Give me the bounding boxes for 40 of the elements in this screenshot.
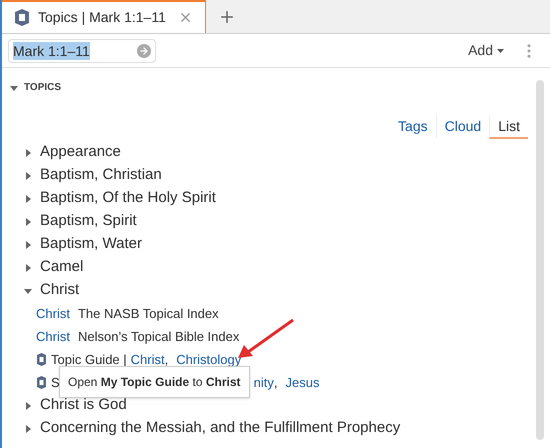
topic-link[interactable]: nity [254, 372, 274, 392]
topic-item[interactable]: Concerning the Messiah, and the Fulfillment Prophecy [40, 417, 400, 440]
caret-icon [497, 48, 504, 52]
topic-link[interactable]: Christ [36, 326, 70, 346]
view-tab[interactable]: Cloud [436, 115, 490, 139]
guide-title: S [51, 374, 60, 392]
tab-title: Topics | Mark 1:1–11 [38, 8, 166, 27]
topic-item[interactable]: Baptism, Christian [40, 164, 162, 187]
caret-icon[interactable] [24, 172, 32, 180]
caret-icon[interactable] [24, 264, 32, 272]
caret-icon[interactable] [24, 402, 32, 410]
caret-icon[interactable] [24, 218, 32, 226]
document-tab[interactable]: Topics | Mark 1:1–11 [2, 0, 206, 33]
separator: , [164, 350, 168, 369]
caret-icon[interactable] [24, 194, 32, 202]
section-title: TOPICS [24, 81, 62, 95]
view-tab[interactable]: List [489, 115, 528, 139]
topic-link[interactable]: Jesus [286, 372, 320, 392]
topic-item[interactable]: Camel [40, 256, 84, 279]
topic-item[interactable]: Baptism, Of the Holy Spirit [40, 187, 216, 210]
book-icon [36, 376, 47, 389]
caret-icon[interactable] [24, 148, 32, 156]
topic-item[interactable]: Christ [40, 279, 80, 302]
caret-icon[interactable] [24, 286, 32, 294]
topic-link[interactable]: Christ [36, 304, 70, 324]
source-title: Nelson’s Topical Bible Index [78, 328, 240, 346]
separator: , [274, 374, 278, 392]
topic-item[interactable]: Baptism, Spirit [40, 210, 137, 233]
tooltip: Open My Topic Guide to Christ [59, 366, 250, 398]
reference-field[interactable]: Mark 1:1–11 [8, 38, 156, 62]
topic-item[interactable]: Baptism, Water [40, 233, 142, 256]
caret-icon[interactable] [10, 84, 18, 92]
source-title: The NASB Topical Index [78, 304, 219, 323]
app-icon [14, 9, 30, 26]
topic-item[interactable]: Appearance [40, 141, 121, 164]
book-icon [36, 353, 47, 366]
view-tab[interactable]: Tags [390, 115, 436, 139]
caret-icon[interactable] [24, 424, 32, 432]
caret-icon[interactable] [24, 240, 32, 248]
add-button[interactable]: Add [468, 40, 504, 61]
